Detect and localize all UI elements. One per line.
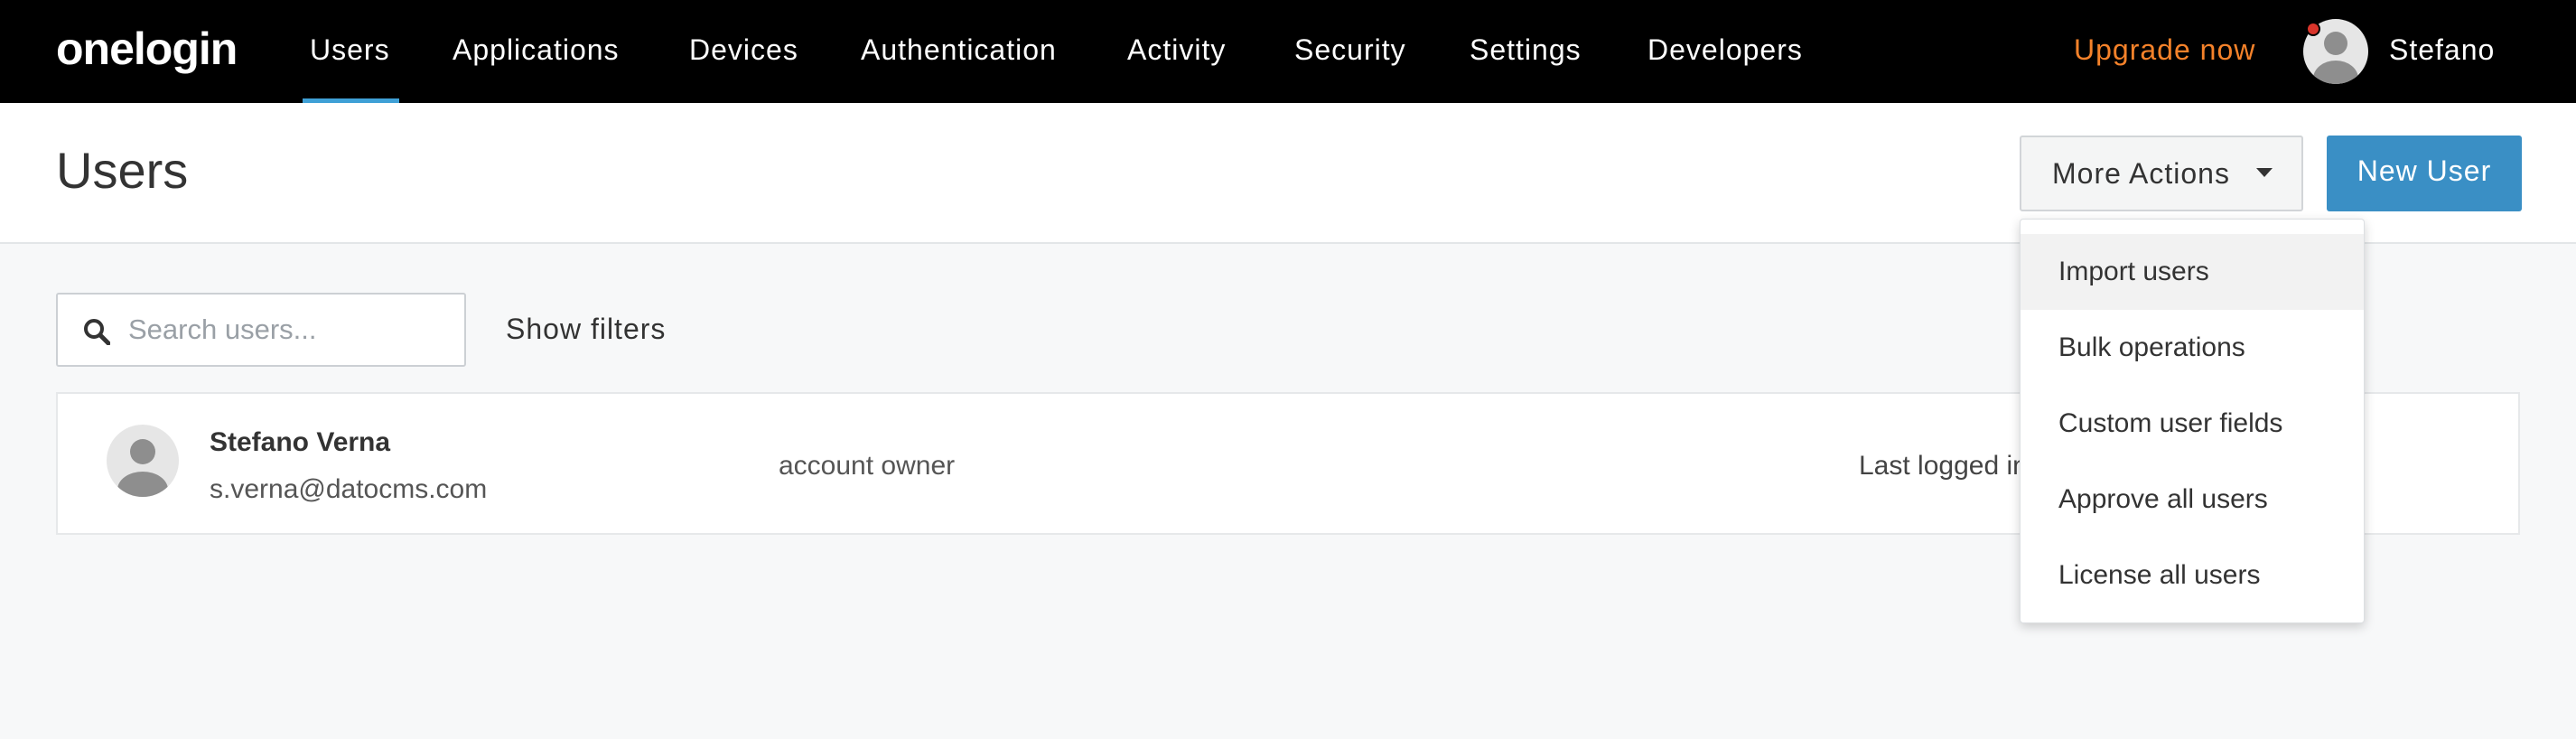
search-box[interactable]	[56, 293, 466, 367]
menu-item-license-all-users[interactable]: License all users	[2021, 538, 2364, 613]
user-menu-name[interactable]: Stefano	[2389, 0, 2495, 103]
menu-item-import-users[interactable]: Import users	[2021, 234, 2364, 310]
new-user-button[interactable]: New User	[2327, 136, 2522, 211]
nav-item-developers[interactable]: Developers	[1647, 0, 1803, 103]
more-actions-label: More Actions	[2052, 157, 2230, 190]
avatar	[107, 425, 179, 497]
nav-item-security[interactable]: Security	[1294, 0, 1406, 103]
search-input[interactable]	[126, 295, 452, 365]
nav-item-users[interactable]: Users	[303, 0, 399, 103]
nav-item-authentication[interactable]: Authentication	[861, 0, 1057, 103]
nav-item-activity[interactable]: Activity	[1127, 0, 1226, 103]
onelogin-logo[interactable]: onelogin	[56, 22, 238, 76]
search-icon	[84, 319, 110, 345]
nav-item-devices[interactable]: Devices	[689, 0, 798, 103]
notification-dot	[2306, 22, 2320, 36]
show-filters-link[interactable]: Show filters	[506, 293, 666, 365]
page-title: Users	[56, 142, 189, 199]
caret-down-icon	[2256, 168, 2273, 177]
menu-item-approve-all-users[interactable]: Approve all users	[2021, 462, 2364, 538]
last-login-text: Last logged in	[1859, 451, 2028, 481]
nav-item-applications[interactable]: Applications	[453, 0, 620, 103]
top-nav-bar: onelogin Users Applications Devices Auth…	[0, 0, 2576, 103]
menu-item-custom-user-fields[interactable]: Custom user fields	[2021, 386, 2364, 462]
user-role: account owner	[779, 451, 956, 481]
menu-item-bulk-operations[interactable]: Bulk operations	[2021, 310, 2364, 386]
nav-item-settings[interactable]: Settings	[1470, 0, 1582, 103]
more-actions-dropdown: Import users Bulk operations Custom user…	[2020, 219, 2365, 623]
user-name: Stefano Verna	[210, 427, 391, 457]
upgrade-now-link[interactable]: Upgrade now	[2074, 0, 2255, 103]
person-icon	[117, 439, 168, 497]
more-actions-button[interactable]: More Actions	[2020, 136, 2303, 211]
user-email: s.verna@datocms.com	[210, 474, 488, 504]
